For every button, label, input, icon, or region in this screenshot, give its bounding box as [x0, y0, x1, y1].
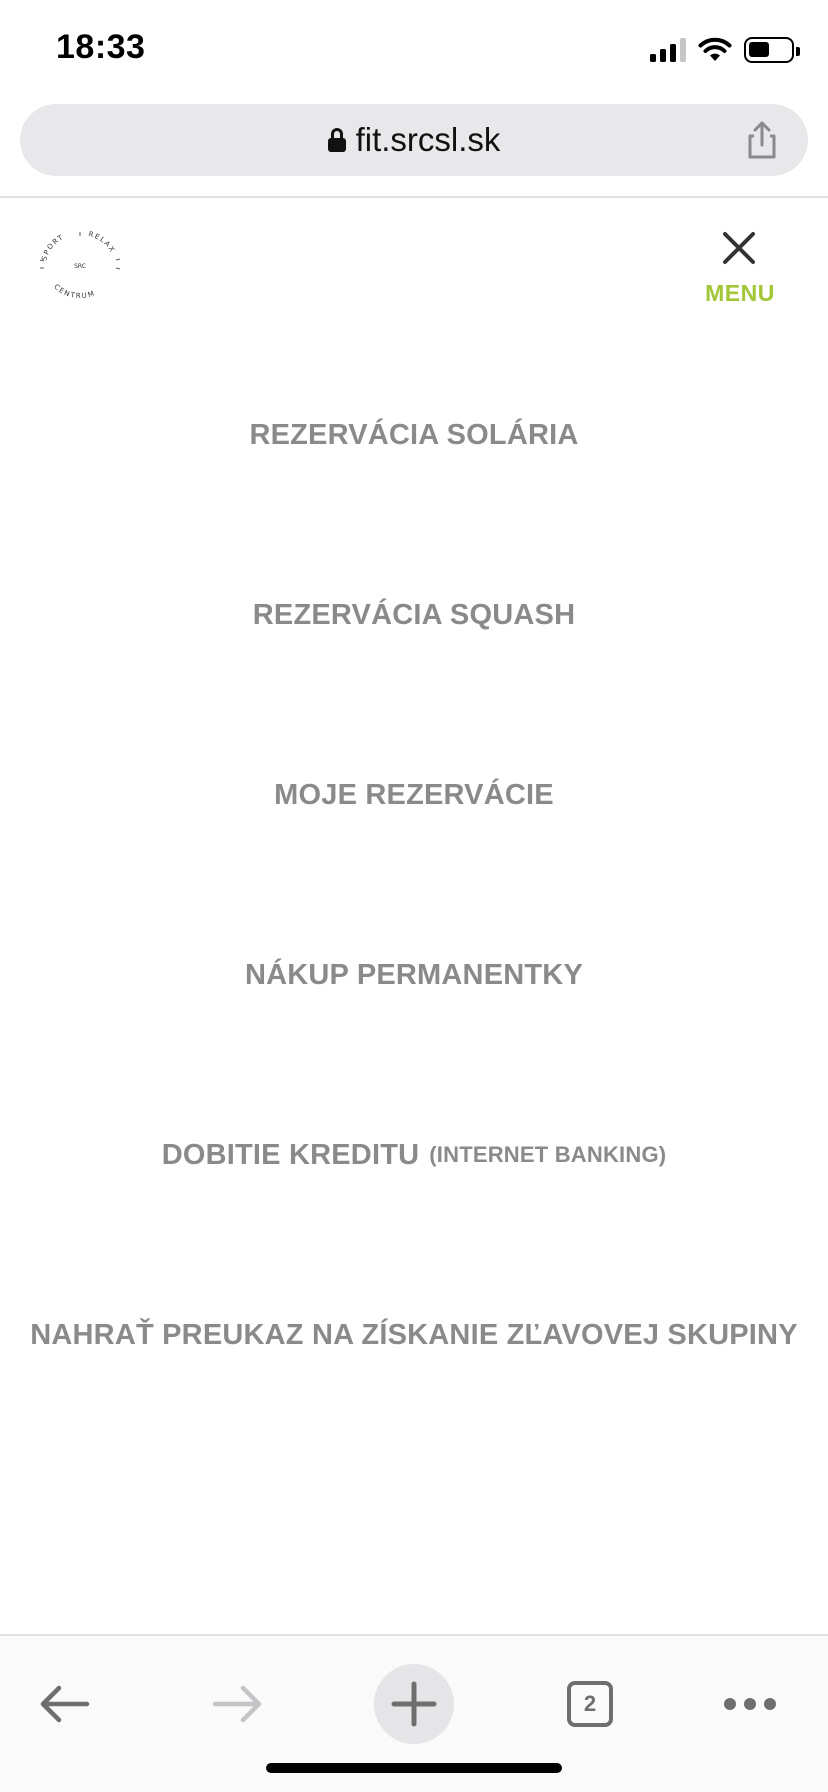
logo-text-relax: RELAX: [87, 230, 115, 255]
logo-text-src: SRC: [74, 263, 86, 270]
new-tab-button[interactable]: [374, 1664, 454, 1744]
menu-item-upload-discount-card[interactable]: NAHRAŤ PREUKAZ NA ZÍSKANIE ZĽAVOVEJ SKUP…: [0, 1300, 828, 1370]
status-time: 18:33: [56, 28, 146, 66]
tabs-icon: 2: [567, 1681, 613, 1727]
plus-icon: [391, 1681, 437, 1727]
forward-arrow-icon: [212, 1685, 262, 1723]
status-bar: 18:33: [0, 0, 828, 100]
home-indicator[interactable]: [266, 1763, 562, 1773]
status-icons: [650, 36, 800, 64]
battery-icon: [744, 37, 800, 63]
tabs-button[interactable]: 2: [550, 1664, 630, 1744]
svg-text:RELAX: RELAX: [87, 230, 116, 255]
logo-text-centrum: CENTRUM: [52, 283, 95, 300]
menu-item-label: NAHRAŤ PREUKAZ NA ZÍSKANIE ZĽAVOVEJ SKUP…: [30, 1318, 798, 1351]
header-divider: [0, 196, 828, 198]
tab-count: 2: [583, 1691, 597, 1716]
menu-item-label: MOJE REZERVÁCIE: [274, 778, 554, 811]
more-dots-icon: [724, 1698, 776, 1710]
menu-item-suffix: (INTERNET BANKING): [429, 1142, 667, 1167]
url-display[interactable]: fit.srcsl.sk: [20, 104, 808, 176]
menu-item-label: REZERVÁCIA SOLÁRIA: [249, 418, 579, 451]
share-icon[interactable]: [744, 120, 780, 160]
more-button[interactable]: [710, 1664, 790, 1744]
menu-item-label: NÁKUP PERMANENTKY: [244, 958, 583, 991]
address-bar[interactable]: fit.srcsl.sk: [20, 104, 808, 176]
svg-text:CENTRUM: CENTRUM: [52, 283, 96, 300]
wifi-icon: [698, 37, 732, 61]
menu-item-label: REZERVÁCIA SQUASH: [252, 598, 576, 631]
menu-item-credit-topup[interactable]: DOBITIE KREDITU (INTERNET BANKING): [0, 1120, 828, 1190]
menu-item-buy-pass[interactable]: NÁKUP PERMANENTKY: [0, 940, 828, 1010]
menu-item-label: DOBITIE KREDITU: [161, 1138, 420, 1171]
menu-item-my-reservations[interactable]: MOJE REZERVÁCIE: [0, 760, 828, 830]
lock-icon: [327, 128, 346, 152]
svg-text:SPORT: SPORT: [40, 233, 65, 262]
cellular-signal-icon: [650, 38, 686, 62]
url-text: fit.srcsl.sk: [355, 121, 501, 158]
site-logo[interactable]: SPORT RELAX CENTRUM SRC: [36, 230, 124, 300]
close-icon[interactable]: [719, 228, 759, 268]
back-button[interactable]: [24, 1664, 104, 1744]
menu-item-solarium-reservation[interactable]: REZERVÁCIA SOLÁRIA: [0, 400, 828, 470]
menu-label[interactable]: MENU: [700, 280, 780, 307]
logo-text-sport: SPORT: [40, 233, 64, 262]
forward-button[interactable]: [198, 1664, 278, 1744]
back-arrow-icon: [40, 1685, 90, 1723]
menu-item-squash-reservation[interactable]: REZERVÁCIA SQUASH: [0, 580, 828, 650]
